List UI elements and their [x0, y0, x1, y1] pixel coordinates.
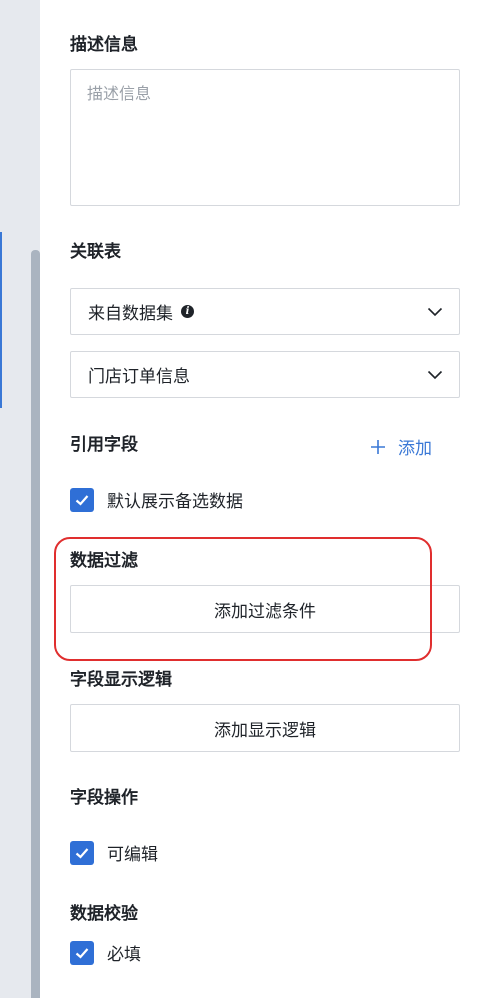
checkmark-icon	[75, 494, 89, 506]
description-title: 描述信息	[70, 35, 138, 55]
default-show-label: 默认展示备选数据	[107, 492, 243, 512]
field-settings-panel: 描述信息 关联表 来自数据集 i 门店订单信息 引用字段 添加 默认展示备选数据	[0, 0, 490, 998]
chevron-down-icon	[427, 307, 443, 316]
info-icon[interactable]: i	[181, 305, 194, 318]
related-table-title: 关联表	[70, 242, 121, 262]
chevron-down-icon	[427, 370, 443, 379]
field-operations-title: 字段操作	[70, 788, 138, 808]
required-checkbox-row[interactable]: 必填	[70, 940, 141, 965]
editable-checkbox-row[interactable]: 可编辑	[70, 840, 158, 865]
table-select[interactable]: 门店订单信息	[70, 351, 460, 398]
description-textarea[interactable]	[70, 69, 460, 206]
left-sidebar-strip	[0, 0, 40, 998]
default-show-checkbox-row[interactable]: 默认展示备选数据	[70, 487, 243, 512]
scrollbar-thumb[interactable]	[31, 250, 40, 998]
required-label: 必填	[107, 945, 141, 965]
checkmark-icon	[75, 947, 89, 959]
add-reference-field-label: 添加	[398, 439, 432, 459]
display-logic-title: 字段显示逻辑	[70, 670, 172, 690]
data-filter-title: 数据过滤	[70, 551, 138, 571]
checkmark-icon	[75, 847, 89, 859]
add-filter-condition-button[interactable]: 添加过滤条件	[70, 585, 460, 633]
sidebar-active-indicator	[0, 232, 2, 408]
source-select-value: 来自数据集	[88, 304, 173, 324]
required-checkbox[interactable]	[70, 940, 94, 965]
add-display-logic-button[interactable]: 添加显示逻辑	[70, 704, 460, 752]
table-select-value: 门店订单信息	[88, 367, 190, 387]
source-select[interactable]: 来自数据集 i	[70, 288, 460, 335]
validation-title: 数据校验	[70, 904, 138, 924]
default-show-checkbox[interactable]	[70, 487, 94, 512]
editable-label: 可编辑	[107, 845, 158, 865]
editable-checkbox[interactable]	[70, 840, 94, 865]
reference-fields-title: 引用字段	[70, 435, 138, 455]
add-reference-field-button[interactable]: 添加	[370, 434, 432, 459]
plus-icon	[371, 439, 385, 454]
